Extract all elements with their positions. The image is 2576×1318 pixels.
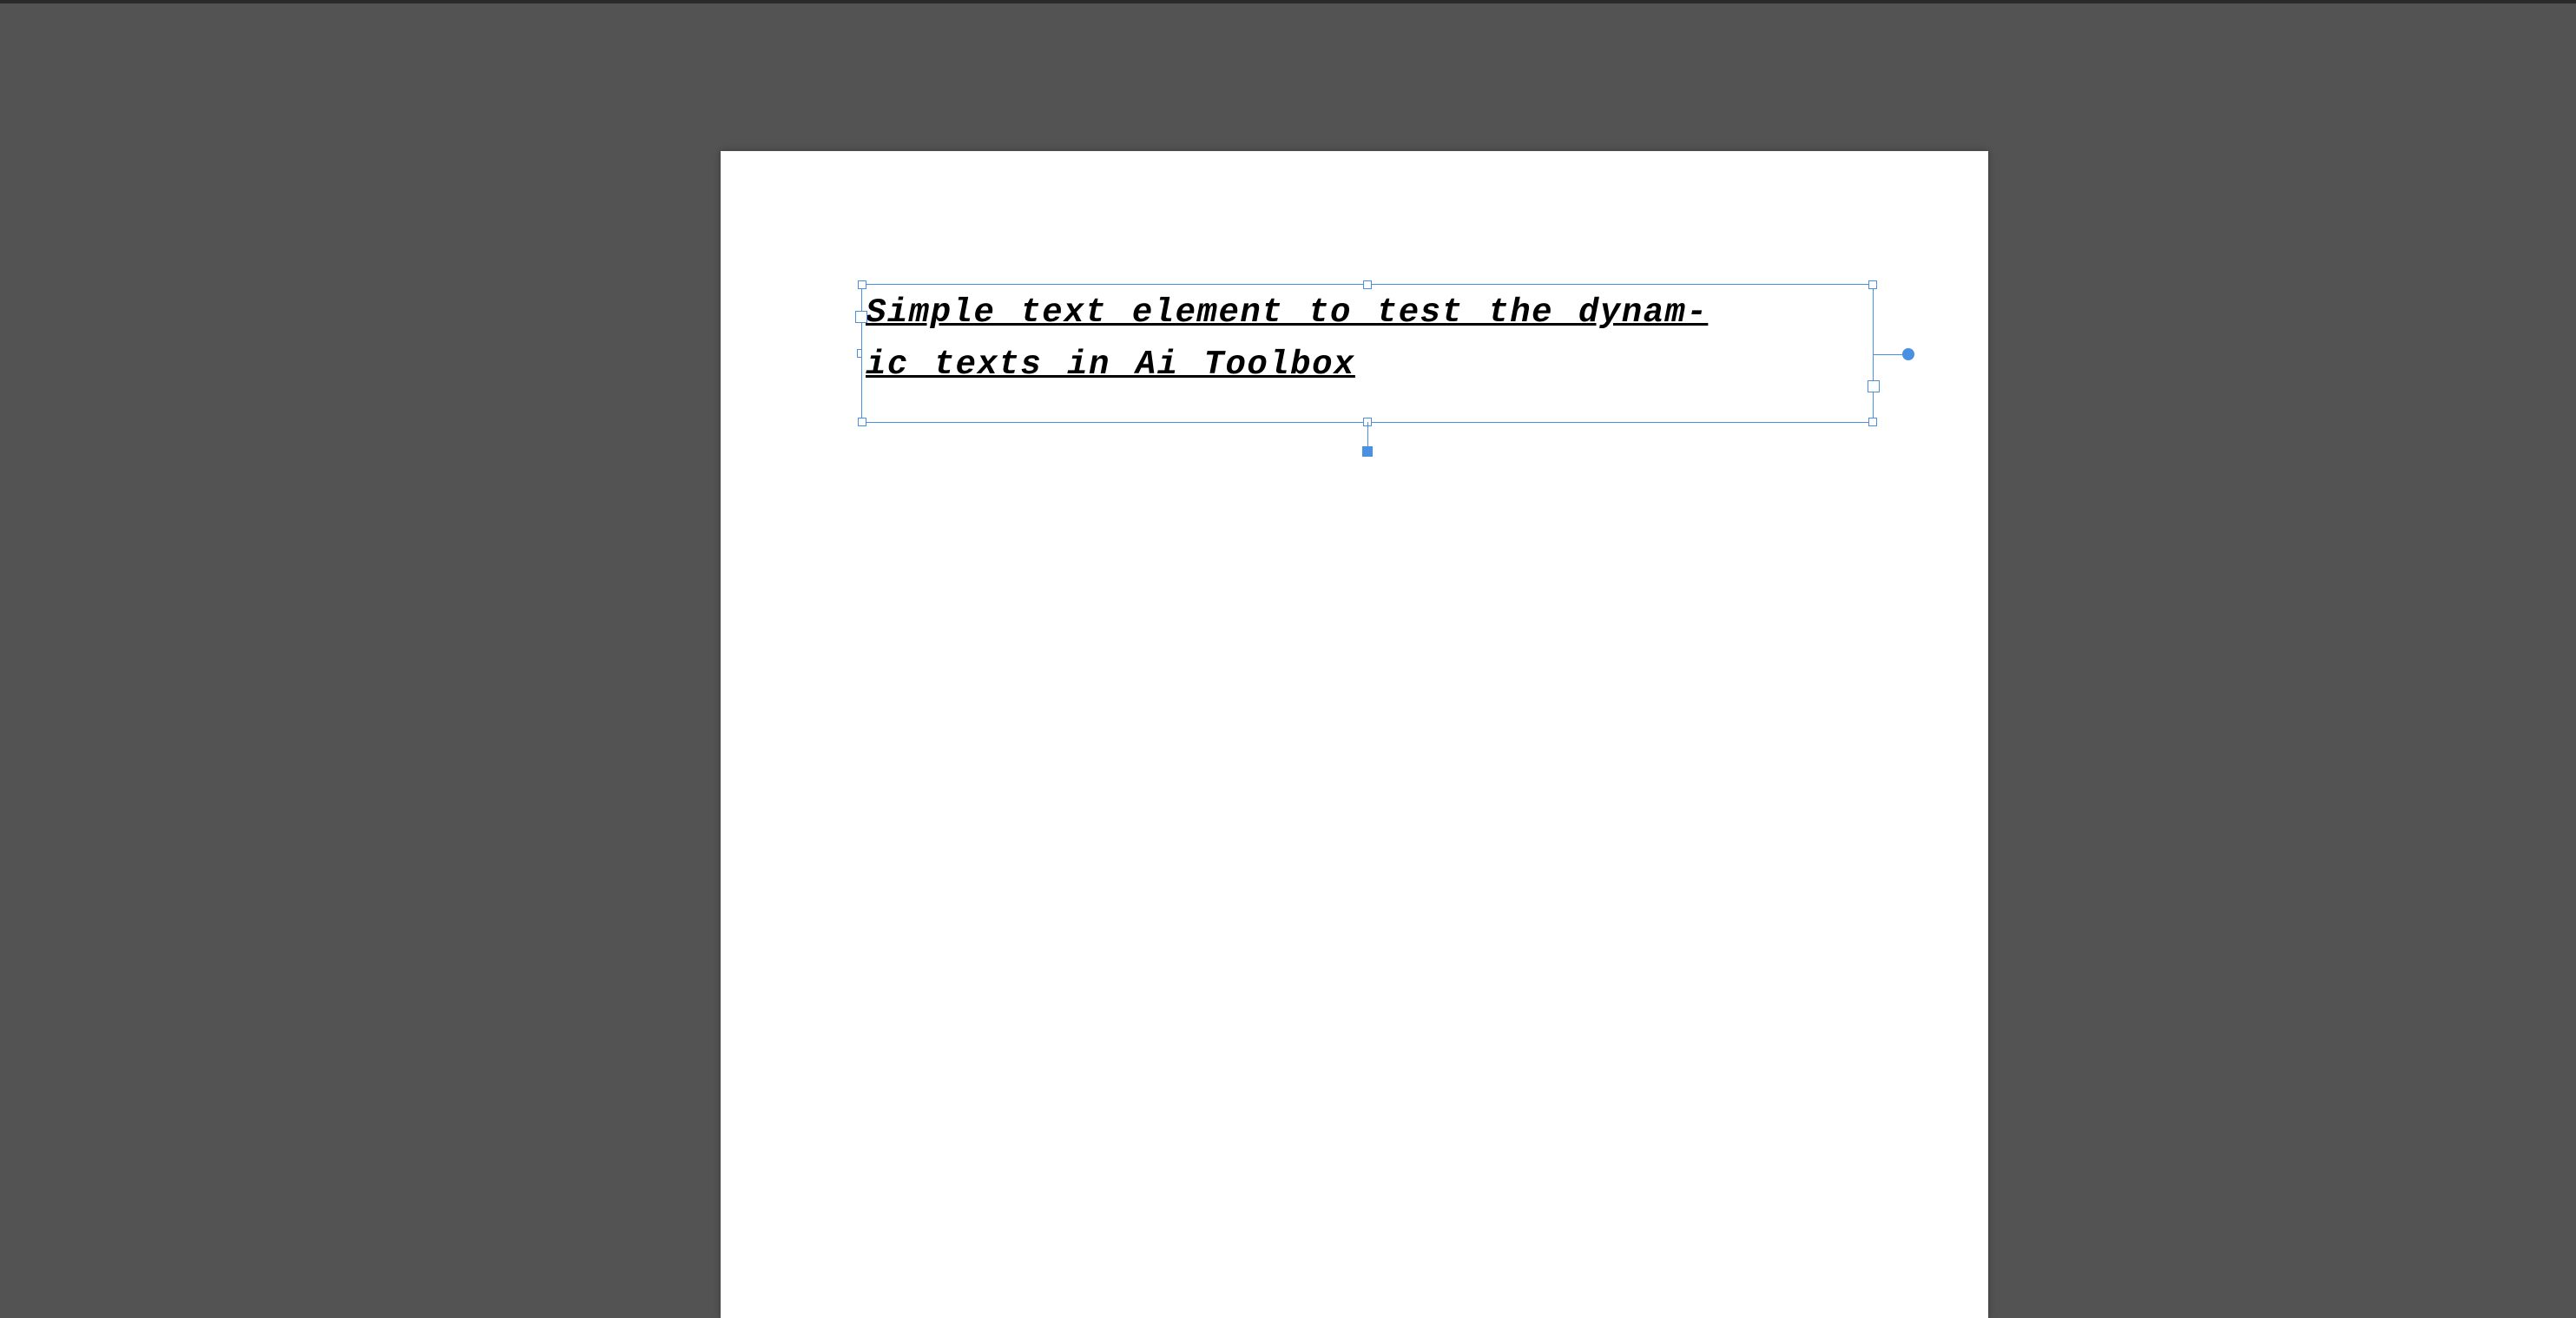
selection-handle-top-right[interactable] [1868, 280, 1877, 289]
bottom-indicator-handle[interactable] [1362, 446, 1373, 457]
selection-handle-top-left[interactable] [858, 280, 866, 289]
artboard-page[interactable]: Simple text element to test the dynam- i… [721, 151, 1988, 1318]
text-in-port[interactable] [855, 311, 867, 323]
selection-handle-bottom-right[interactable] [1868, 418, 1877, 426]
text-out-port[interactable] [1868, 380, 1880, 392]
text-content[interactable]: Simple text element to test the dynam- i… [862, 285, 1873, 392]
text-line-2: ic texts in Ai Toolbox [866, 346, 1355, 384]
selection-handle-bottom-left[interactable] [858, 418, 866, 426]
text-frame[interactable]: Simple text element to test the dynam- i… [861, 284, 1874, 423]
canvas-area[interactable]: Simple text element to test the dynam- i… [0, 3, 2576, 1318]
text-left-mid-tick[interactable] [857, 349, 862, 358]
selection-handle-top-center[interactable] [1363, 280, 1372, 289]
text-line-1: Simple text element to test the dynam- [866, 293, 1708, 332]
text-thread-handle[interactable] [1902, 348, 1914, 360]
bottom-indicator-line [1367, 422, 1368, 448]
